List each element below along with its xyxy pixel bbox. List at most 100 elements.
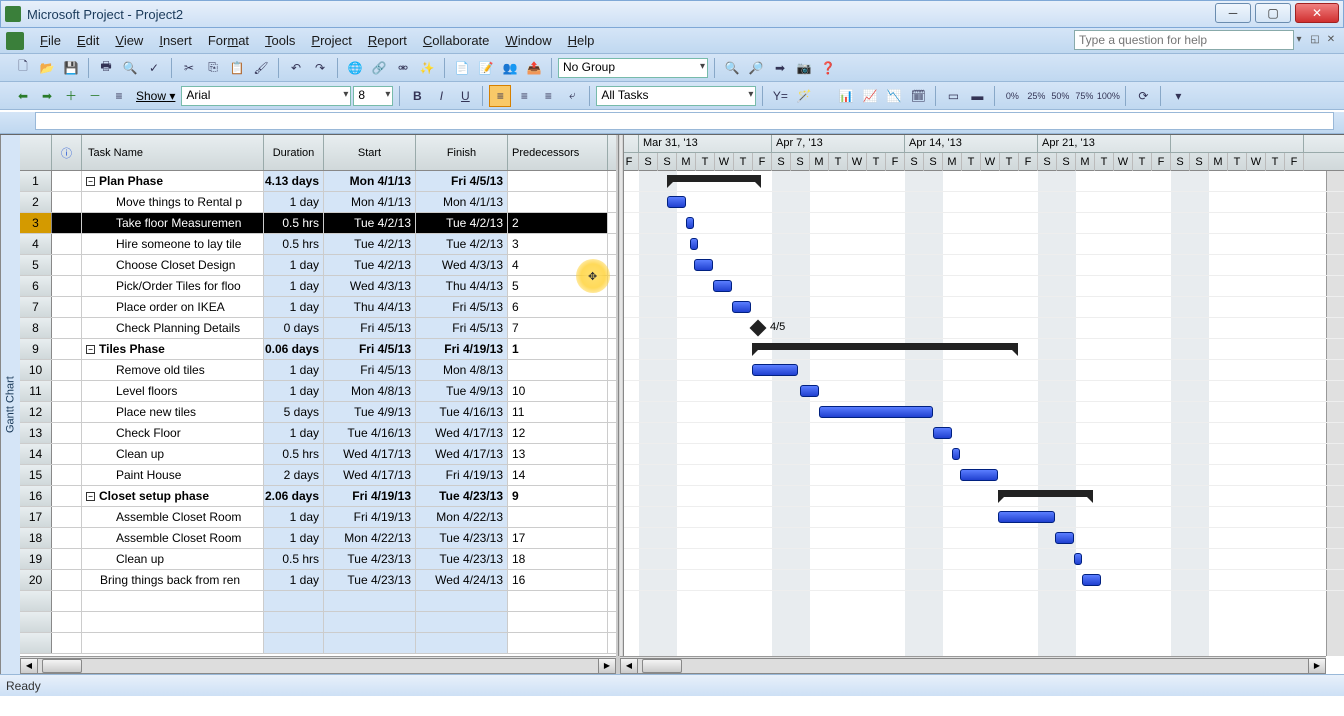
task-bar[interactable]: [752, 364, 798, 376]
task-bar[interactable]: [667, 196, 686, 208]
timescale[interactable]: Mar 24, '13Mar 31, '13Apr 7, '13Apr 14, …: [620, 135, 1344, 171]
maximize-button[interactable]: ▢: [1255, 3, 1291, 23]
task-row[interactable]: 4Hire someone to lay tile0.5 hrsTue 4/2/…: [20, 234, 616, 255]
indicator-cell[interactable]: [52, 339, 82, 359]
finish-cell[interactable]: Wed 4/17/13: [416, 444, 508, 464]
start-cell[interactable]: Mon 4/1/13: [324, 192, 416, 212]
task-name-cell[interactable]: Clean up: [82, 444, 264, 464]
gantt-row[interactable]: [620, 402, 1344, 423]
duration-cell[interactable]: 0.5 hrs: [264, 444, 324, 464]
task-row[interactable]: 18Assemble Closet Room1 dayMon 4/22/13Tu…: [20, 528, 616, 549]
tracking-icon[interactable]: 📊: [835, 85, 857, 107]
finish-cell[interactable]: Wed 4/24/13: [416, 570, 508, 590]
duration-cell[interactable]: 0.06 days: [264, 339, 324, 359]
row-number[interactable]: 19: [20, 549, 52, 569]
task-row[interactable]: 6Pick/Order Tiles for floo1 dayWed 4/3/1…: [20, 276, 616, 297]
task-name-cell[interactable]: Take floor Measuremen: [82, 213, 264, 233]
col-rownum[interactable]: [20, 135, 52, 170]
tracking3-icon[interactable]: 📉: [883, 85, 905, 107]
hide-assignments-icon[interactable]: ≡: [108, 85, 130, 107]
day-header[interactable]: S: [658, 153, 677, 171]
task-name-cell[interactable]: Assemble Closet Room: [82, 528, 264, 548]
format-painter-icon[interactable]: 🖌: [250, 57, 272, 79]
day-header[interactable]: M: [1076, 153, 1095, 171]
task-bar[interactable]: [1082, 574, 1101, 586]
task-name-cell[interactable]: Check Planning Details: [82, 318, 264, 338]
gantt-row[interactable]: [620, 255, 1344, 276]
finish-cell[interactable]: Fri 4/5/13: [416, 318, 508, 338]
finish-cell[interactable]: Tue 4/2/13: [416, 213, 508, 233]
start-cell[interactable]: Tue 4/2/13: [324, 234, 416, 254]
day-header[interactable]: M: [677, 153, 696, 171]
menu-view[interactable]: View: [107, 29, 151, 52]
start-cell[interactable]: Thu 4/4/13: [324, 297, 416, 317]
gantt-row[interactable]: [620, 276, 1344, 297]
indicator-cell[interactable]: [52, 486, 82, 506]
task-bar[interactable]: [732, 301, 751, 313]
predecessors-cell[interactable]: [508, 192, 608, 212]
task-name-cell[interactable]: Clean up: [82, 549, 264, 569]
task-bar[interactable]: [694, 259, 713, 271]
duration-cell[interactable]: 1 day: [264, 570, 324, 590]
show-subtasks-icon[interactable]: ＋: [60, 85, 82, 107]
duration-cell[interactable]: 1 day: [264, 192, 324, 212]
gantt-row[interactable]: [620, 570, 1344, 591]
task-bar[interactable]: [686, 217, 694, 229]
align-right-icon[interactable]: ≡: [537, 85, 559, 107]
gantt-row[interactable]: [620, 423, 1344, 444]
day-header[interactable]: S: [772, 153, 791, 171]
gantt-row[interactable]: [620, 381, 1344, 402]
task-bar[interactable]: [690, 238, 698, 250]
task-notes-icon[interactable]: 📝: [475, 57, 497, 79]
week-header[interactable]: [1171, 135, 1304, 152]
predecessors-cell[interactable]: [508, 360, 608, 380]
start-cell[interactable]: Mon 4/8/13: [324, 381, 416, 401]
zoom-out-icon[interactable]: 🔎: [745, 57, 767, 79]
indent-right-icon[interactable]: ➡: [36, 85, 58, 107]
duration-cell[interactable]: 4.13 days: [264, 171, 324, 191]
indicator-cell[interactable]: [52, 192, 82, 212]
underline-icon[interactable]: U: [454, 85, 476, 107]
menu-file[interactable]: File: [32, 29, 69, 52]
task-name-cell[interactable]: Pick/Order Tiles for floo: [82, 276, 264, 296]
menu-insert[interactable]: Insert: [151, 29, 200, 52]
task-bar[interactable]: [1074, 553, 1082, 565]
day-header[interactable]: W: [1247, 153, 1266, 171]
row-number[interactable]: 9: [20, 339, 52, 359]
day-header[interactable]: S: [1171, 153, 1190, 171]
indicator-cell[interactable]: [52, 276, 82, 296]
gantt-row[interactable]: [620, 297, 1344, 318]
task-row[interactable]: 20Bring things back from ren1 dayTue 4/2…: [20, 570, 616, 591]
task-name-cell[interactable]: Hire someone to lay tile: [82, 234, 264, 254]
day-header[interactable]: M: [810, 153, 829, 171]
task-row[interactable]: 8Check Planning Details0 daysFri 4/5/13F…: [20, 318, 616, 339]
assign-resources-icon[interactable]: 👥: [499, 57, 521, 79]
task-name-cell[interactable]: Level floors: [82, 381, 264, 401]
finish-cell[interactable]: Mon 4/1/13: [416, 192, 508, 212]
start-cell[interactable]: Tue 4/9/13: [324, 402, 416, 422]
gantt-row[interactable]: [620, 549, 1344, 570]
unlink-icon[interactable]: ⚮: [392, 57, 414, 79]
paste-icon[interactable]: 📋: [226, 57, 248, 79]
help-icon[interactable]: ❓: [817, 57, 839, 79]
finish-cell[interactable]: Thu 4/4/13: [416, 276, 508, 296]
task-row[interactable]: 16−Closet setup phase2.06 daysFri 4/19/1…: [20, 486, 616, 507]
task-name-cell[interactable]: Choose Closet Design: [82, 255, 264, 275]
redo-icon[interactable]: ↷: [309, 57, 331, 79]
day-header[interactable]: W: [848, 153, 867, 171]
duration-cell[interactable]: 2 days: [264, 465, 324, 485]
predecessors-cell[interactable]: 9: [508, 486, 608, 506]
task-bar[interactable]: [952, 448, 960, 460]
day-header[interactable]: W: [1114, 153, 1133, 171]
day-header[interactable]: F: [753, 153, 772, 171]
copy-picture-icon[interactable]: 📷: [793, 57, 815, 79]
col-finish[interactable]: Finish: [416, 135, 508, 170]
duration-cell[interactable]: 1 day: [264, 381, 324, 401]
duration-cell[interactable]: 0.5 hrs: [264, 234, 324, 254]
predecessors-cell[interactable]: 5: [508, 276, 608, 296]
day-header[interactable]: T: [1133, 153, 1152, 171]
task-name-cell[interactable]: Place order on IKEA: [82, 297, 264, 317]
finish-cell[interactable]: Tue 4/16/13: [416, 402, 508, 422]
task-row-empty[interactable]: [20, 612, 616, 633]
task-row[interactable]: 5Choose Closet Design1 dayTue 4/2/13Wed …: [20, 255, 616, 276]
